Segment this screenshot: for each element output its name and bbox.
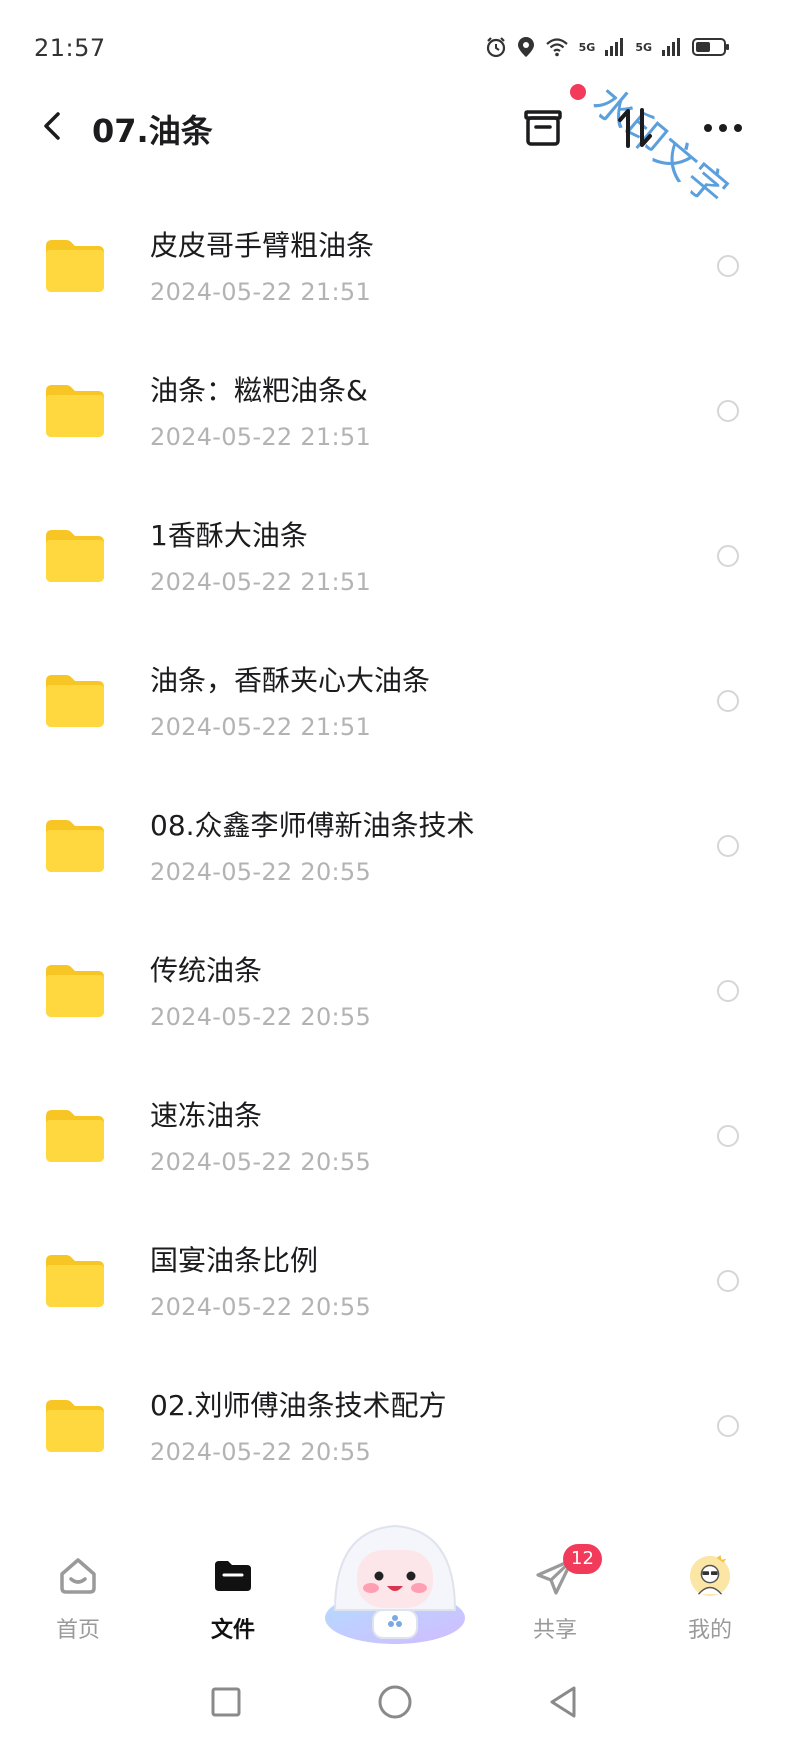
signal-icon-2 — [662, 38, 680, 56]
status-time: 21:57 — [34, 34, 106, 62]
select-radio[interactable] — [717, 1125, 739, 1147]
wifi-icon — [545, 38, 568, 57]
status-bar: 21:57 5G 5G — [0, 0, 790, 90]
archive-icon — [524, 110, 562, 146]
triangle-back-icon — [550, 1686, 576, 1718]
avatar — [688, 1554, 732, 1598]
tab-share-label: 共享 — [532, 1618, 577, 1643]
file-date: 2024-05-22 20:55 — [150, 858, 372, 886]
signal-icon — [605, 38, 624, 56]
assistant-mascot-button[interactable] — [315, 1500, 475, 1650]
file-row[interactable]: 速冻油条 2024-05-22 20:55 — [0, 1064, 790, 1209]
file-name: 02.刘师傅油条技术配方 — [150, 1389, 447, 1422]
file-row[interactable]: 1香酥大油条 2024-05-22 21:51 — [0, 484, 790, 629]
select-radio[interactable] — [717, 835, 739, 857]
folder-icon — [44, 818, 106, 874]
network-label-2: 5G — [635, 40, 652, 54]
file-name: 国宴油条比例 — [150, 1244, 319, 1277]
file-name: 08.众鑫李师傅新油条技术 — [150, 809, 475, 842]
file-name: 皮皮哥手臂粗油条 — [150, 229, 375, 262]
recents-button[interactable] — [198, 1674, 254, 1730]
tab-files-label: 文件 — [210, 1618, 255, 1643]
file-row[interactable]: 油条：糍粑油条& 2024-05-22 21:51 — [0, 339, 790, 484]
astronaut-mascot-icon — [325, 1524, 465, 1644]
alarm-icon — [486, 37, 505, 58]
back-button[interactable] — [30, 104, 74, 148]
folder-icon — [44, 1398, 106, 1454]
tab-mine-label: 我的 — [687, 1618, 732, 1643]
file-name: 1香酥大油条 — [150, 519, 308, 552]
archive-button[interactable] — [515, 100, 571, 156]
system-back-button[interactable] — [535, 1674, 591, 1730]
folder-icon — [44, 383, 106, 439]
location-icon — [517, 37, 534, 57]
file-date: 2024-05-22 20:55 — [150, 1438, 372, 1466]
select-radio[interactable] — [717, 690, 739, 712]
file-row[interactable]: 皮皮哥手臂粗油条 2024-05-22 21:51 — [0, 194, 790, 339]
file-name: 速冻油条 — [150, 1099, 263, 1132]
tab-files[interactable]: 文件 — [173, 1540, 293, 1660]
file-name: 传统油条 — [150, 954, 263, 987]
file-date: 2024-05-22 21:51 — [150, 713, 372, 741]
select-radio[interactable] — [717, 1415, 739, 1437]
file-name: 油条：糍粑油条& — [150, 374, 368, 407]
tab-home[interactable]: 首页 — [18, 1540, 138, 1660]
file-date: 2024-05-22 20:55 — [150, 1148, 372, 1176]
folder-icon — [44, 1253, 106, 1309]
file-date: 2024-05-22 20:55 — [150, 1293, 372, 1321]
file-date: 2024-05-22 21:51 — [150, 423, 372, 451]
select-radio[interactable] — [717, 255, 739, 277]
select-radio[interactable] — [717, 545, 739, 567]
file-row[interactable]: 08.众鑫李师傅新油条技术 2024-05-22 20:55 — [0, 774, 790, 919]
select-radio[interactable] — [717, 1270, 739, 1292]
file-date: 2024-05-22 21:51 — [150, 278, 372, 306]
file-date: 2024-05-22 21:51 — [150, 568, 372, 596]
select-radio[interactable] — [717, 980, 739, 1002]
folder-icon — [44, 963, 106, 1019]
notification-dot — [570, 84, 586, 100]
battery-icon — [692, 38, 729, 56]
file-row[interactable]: 02.刘师傅油条技术配方 2024-05-22 20:55 — [0, 1354, 790, 1499]
share-badge: 12 — [563, 1544, 602, 1574]
sort-button[interactable] — [607, 100, 663, 156]
folder-icon — [44, 528, 106, 584]
header: 07.油条 — [0, 90, 790, 170]
tab-home-label: 首页 — [55, 1618, 100, 1643]
status-icons: 5G 5G — [485, 36, 730, 58]
system-nav-bar — [0, 1660, 790, 1748]
sort-icon — [618, 108, 652, 148]
file-row[interactable]: 油条，香酥夹心大油条 2024-05-22 21:51 — [0, 629, 790, 774]
tab-share[interactable]: 12 共享 — [495, 1540, 615, 1660]
more-button[interactable] — [695, 100, 751, 156]
chevron-left-icon — [44, 112, 60, 140]
file-name: 油条，香酥夹心大油条 — [150, 664, 431, 697]
home-button[interactable] — [367, 1674, 423, 1730]
page-title: 07.油条 — [92, 112, 213, 150]
tab-mine[interactable]: 我的 — [650, 1540, 770, 1660]
home-icon — [56, 1554, 100, 1598]
more-icon — [704, 124, 742, 132]
file-row[interactable]: 传统油条 2024-05-22 20:55 — [0, 919, 790, 1064]
file-date: 2024-05-22 20:55 — [150, 1003, 372, 1031]
file-list: 2024-05-22 21:51 皮皮哥手臂粗油条 2024-05-22 21:51… — [0, 170, 790, 1540]
file-row[interactable]: 国宴油条比例 2024-05-22 20:55 — [0, 1209, 790, 1354]
folder-icon — [44, 238, 106, 294]
folder-icon — [44, 1108, 106, 1164]
select-radio[interactable] — [717, 400, 739, 422]
circle-icon — [378, 1685, 412, 1719]
folder-icon — [44, 673, 106, 729]
folder-icon — [211, 1554, 255, 1598]
file-row[interactable]: 2024-05-22 21:51 — [0, 170, 790, 194]
square-icon — [211, 1687, 241, 1717]
network-label-1: 5G — [578, 40, 596, 54]
